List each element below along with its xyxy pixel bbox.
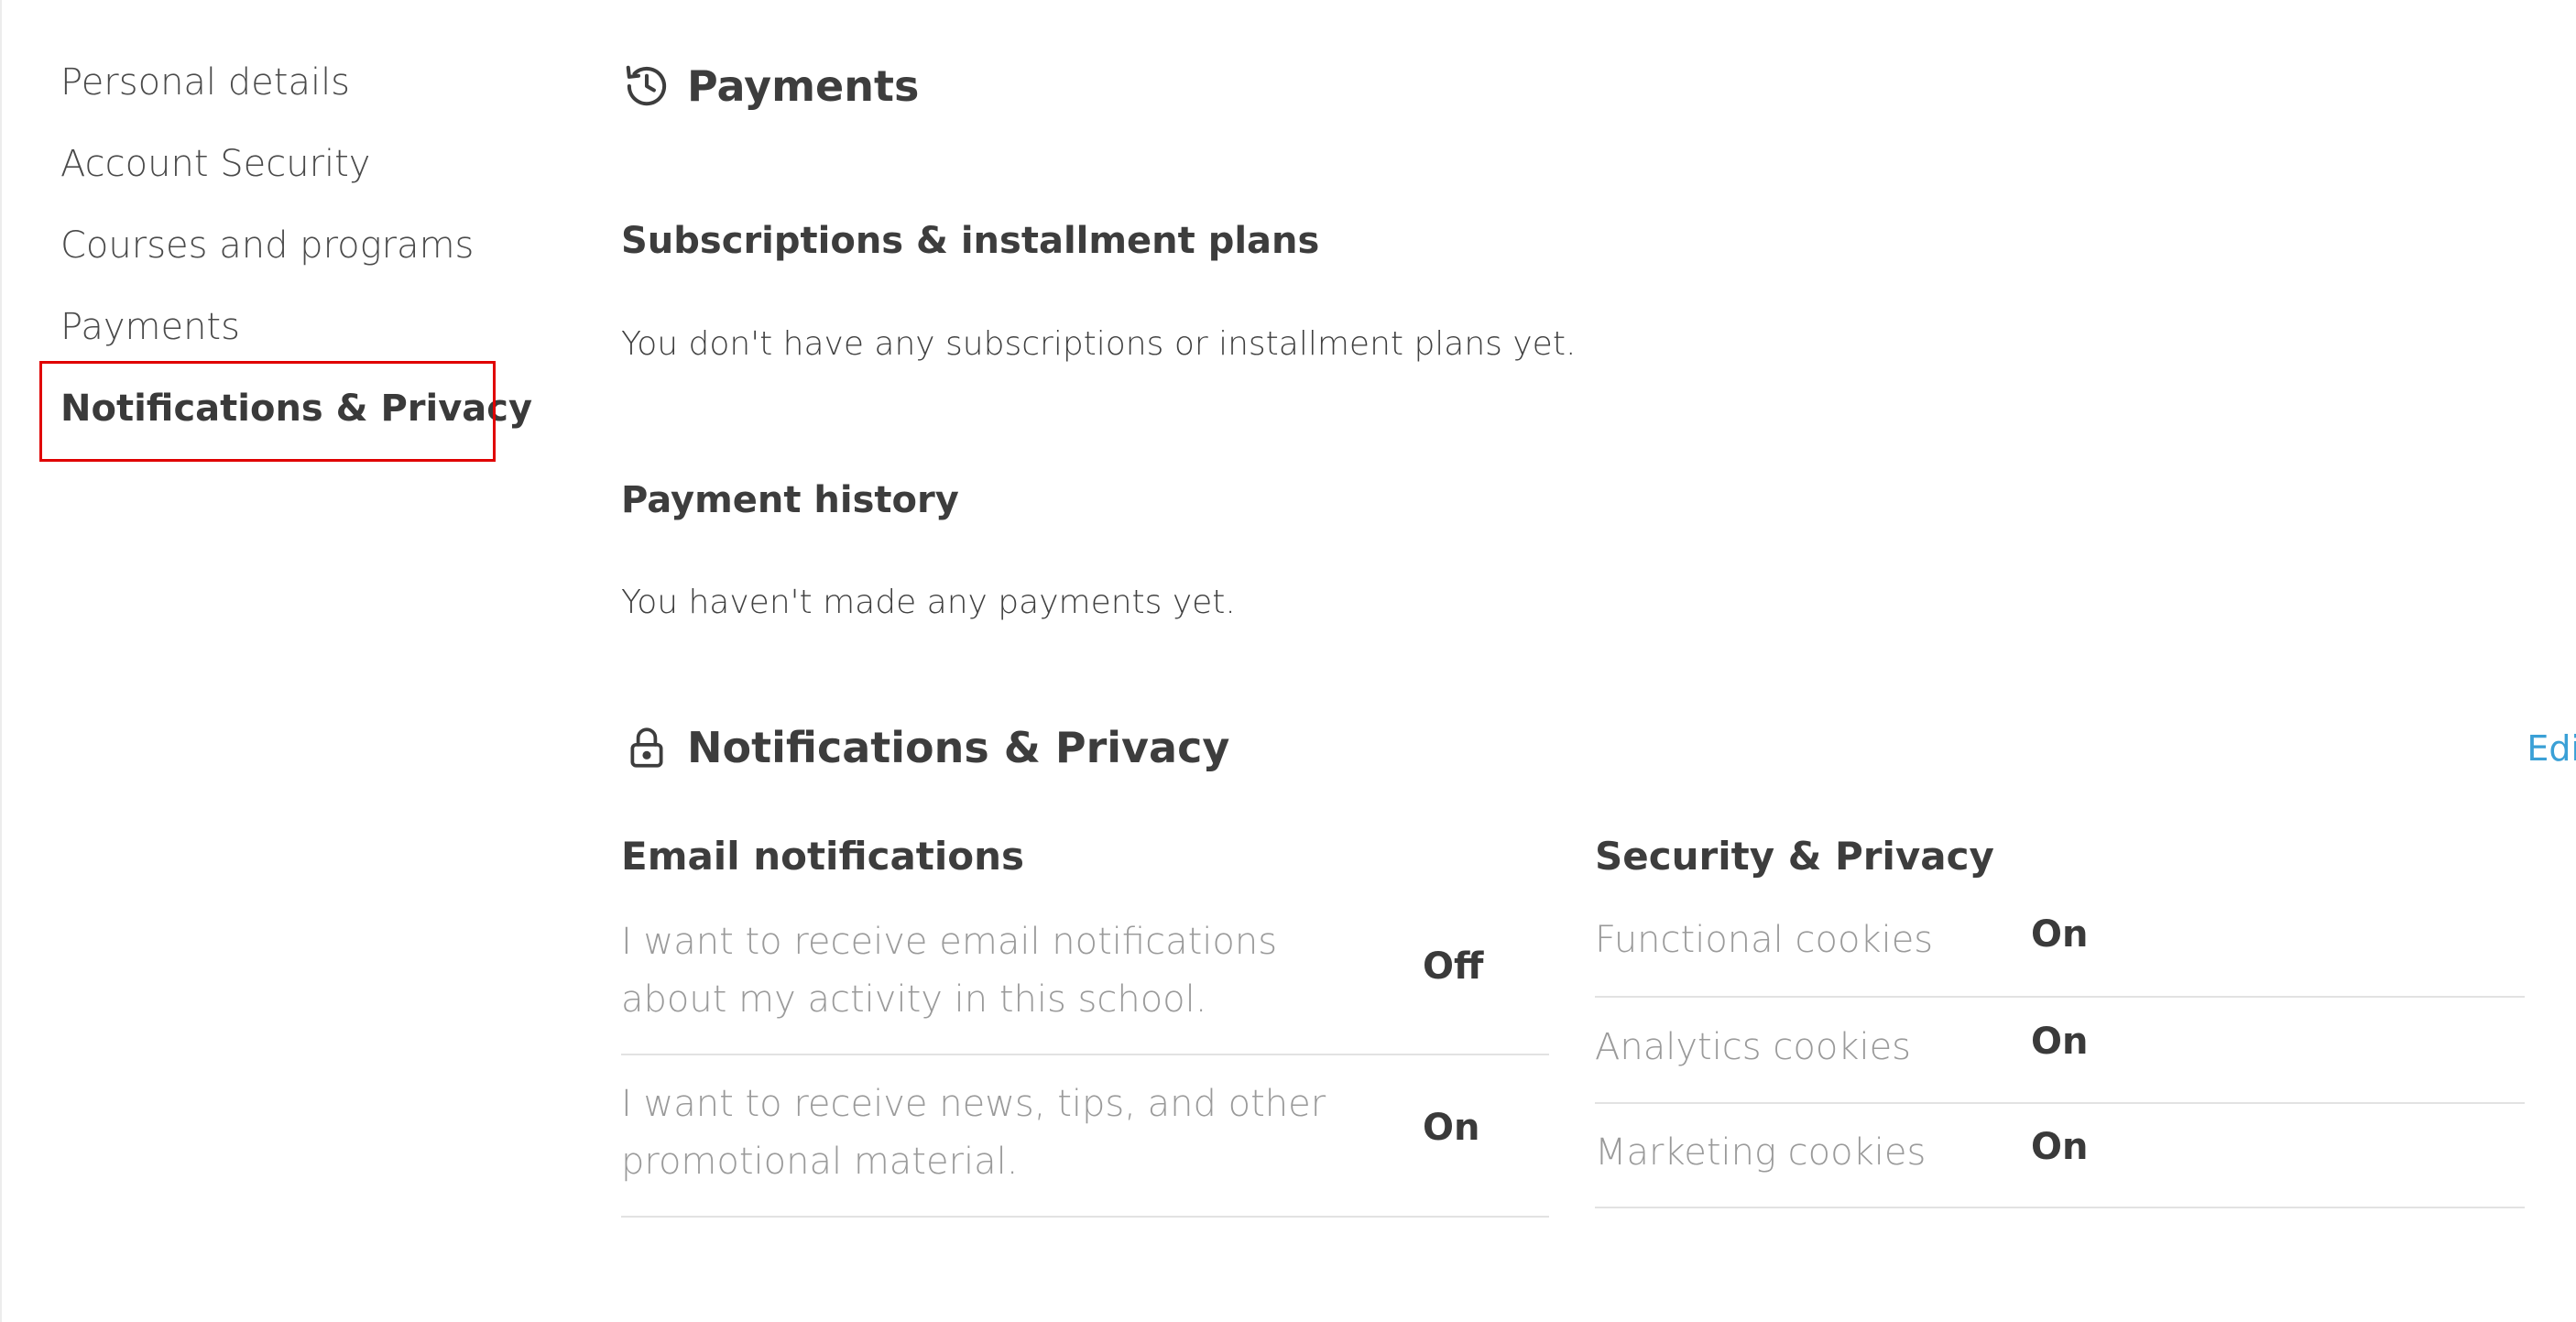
subscriptions-empty-message: You don't have any subscriptions or inst… xyxy=(621,325,1577,363)
analytics-cookies-value: On xyxy=(2031,1021,2089,1063)
email-notifications-title: Email notifications xyxy=(621,834,1025,879)
edit-notifications-link[interactable]: Edit xyxy=(2527,728,2576,769)
sidebar-item-courses-and-programs[interactable]: Courses and programs xyxy=(60,220,537,301)
page-left-border xyxy=(0,0,2,1322)
functional-cookies-row: Functional cookies On xyxy=(1595,912,2525,998)
sidebar-item-account-security[interactable]: Account Security xyxy=(60,138,537,220)
marketing-cookies-row: Marketing cookies On xyxy=(1595,1104,2525,1208)
notifications-header: Notifications & Privacy xyxy=(621,722,1229,773)
email-promotional-value: On xyxy=(1423,1107,1480,1149)
email-activity-label: I want to receive email notifications ab… xyxy=(621,921,1278,1021)
marketing-cookies-value: On xyxy=(2031,1126,2089,1168)
security-privacy-title: Security & Privacy xyxy=(1595,834,1994,879)
email-activity-value: Off xyxy=(1423,945,1484,988)
analytics-cookies-label: Analytics cookies xyxy=(1595,1026,1912,1068)
lock-icon xyxy=(621,722,672,773)
sidebar-item-personal-details[interactable]: Personal details xyxy=(60,57,537,138)
payments-header: Payments xyxy=(621,60,919,112)
marketing-cookies-label: Marketing cookies xyxy=(1595,1131,1927,1174)
email-activity-row: I want to receive email notifications ab… xyxy=(621,912,1549,1055)
functional-cookies-value: On xyxy=(2031,913,2089,956)
payments-title: Payments xyxy=(687,61,920,111)
history-icon xyxy=(621,60,672,112)
analytics-cookies-row: Analytics cookies On xyxy=(1595,998,2525,1104)
functional-cookies-label: Functional cookies xyxy=(1595,919,1934,961)
subscriptions-title: Subscriptions & installment plans xyxy=(621,220,1320,262)
notifications-title: Notifications & Privacy xyxy=(687,723,1230,772)
email-promotional-label: I want to receive news, tips, and other … xyxy=(621,1083,1326,1183)
payment-history-empty-message: You haven't made any payments yet. xyxy=(621,584,1236,621)
payment-history-title: Payment history xyxy=(621,479,959,521)
email-promotional-row: I want to receive news, tips, and other … xyxy=(621,1055,1549,1218)
active-item-highlight xyxy=(39,361,496,462)
